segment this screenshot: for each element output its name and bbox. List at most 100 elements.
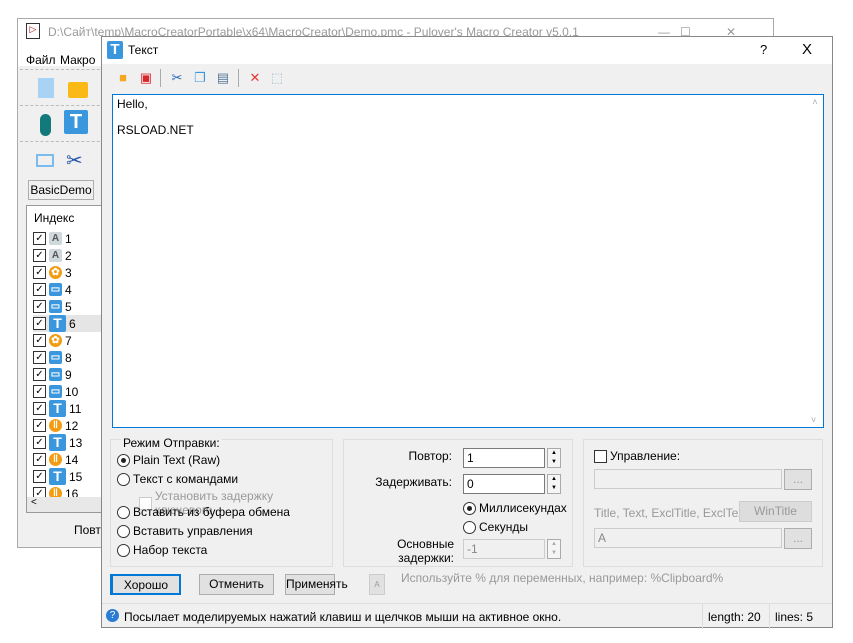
macro-list[interactable]: Индекс ✓ A 1 ✓ A 2 ✓ ✿ 3 ✓ ▭ 4 ✓ ▭ 5 ✓ T 6 ✓ ✿ 7 ✓ ▭ 8 ✓ ▭ 9 ✓ ▭ 10 ✓ T… [26, 205, 108, 513]
list-item[interactable]: ✓ ▭ 9 [33, 366, 72, 383]
paste-icon[interactable]: ▤ [216, 71, 230, 85]
text-t-icon: T [49, 434, 66, 451]
row-index: 1 [65, 231, 72, 246]
menu-macro[interactable]: Макро [60, 53, 95, 67]
edit-icon[interactable] [36, 154, 54, 167]
list-item[interactable]: ✓ ▭ 5 [33, 298, 72, 315]
variable-hint: Используйте % для переменных, например: … [401, 571, 724, 585]
enabled-checkbox[interactable]: ✓ [33, 249, 46, 262]
base-delay-spinner[interactable]: ▲ ▼ [547, 539, 561, 559]
enabled-checkbox[interactable]: ✓ [33, 317, 46, 330]
list-item[interactable]: ✓ T 6 [33, 315, 107, 332]
radio-paste-clipboard[interactable]: Вставить из буфера обмена [117, 505, 290, 519]
text-icon[interactable]: T [64, 110, 88, 134]
list-item[interactable]: ✓ ▭ 10 [33, 383, 78, 400]
cut-icon[interactable]: ✂ [66, 148, 83, 173]
repeat-spinner[interactable]: ▲ ▼ [547, 448, 561, 468]
ok-button[interactable]: Хорошо [111, 574, 181, 595]
new-file-icon[interactable] [38, 78, 54, 98]
enabled-checkbox[interactable]: ✓ [33, 385, 46, 398]
repeat-input[interactable]: 1 [463, 448, 545, 468]
radio-milliseconds[interactable]: Миллисекундах [463, 501, 567, 515]
menu-file[interactable]: Файл [26, 53, 56, 67]
radio-text-with-commands[interactable]: Текст с командами [117, 472, 238, 486]
length-indicator: length: 20 [702, 604, 761, 629]
vertical-scrollbar[interactable]: ˄ ˅ [808, 97, 822, 425]
row-index: 5 [65, 299, 72, 314]
list-item[interactable]: ✓ T 11 [33, 400, 81, 417]
list-item[interactable]: ✓ A 2 [33, 247, 72, 264]
open-icon[interactable]: ■ [116, 71, 130, 85]
enabled-checkbox[interactable]: ✓ [33, 300, 46, 313]
text-editor[interactable]: Hello, RSLOAD.NET [112, 94, 824, 428]
list-item[interactable]: ✓ ✿ 3 [33, 264, 72, 281]
toolbar-edit: ✂ [20, 141, 110, 177]
list-item[interactable]: ✓ ‖ 14 [33, 451, 78, 468]
list-item[interactable]: ✓ ‖ 12 [33, 417, 78, 434]
delay-input[interactable]: 0 [463, 474, 545, 494]
status-text: Посылает моделируемых нажатий клавиш и щ… [124, 610, 562, 624]
list-item[interactable]: ✓ A 1 [33, 230, 72, 247]
enabled-checkbox[interactable]: ✓ [33, 334, 46, 347]
list-item[interactable]: ✓ ▭ 4 [33, 281, 72, 298]
enabled-checkbox[interactable]: ✓ [33, 368, 46, 381]
base-delay-label: Основные задержки: [397, 537, 454, 565]
control-input[interactable] [594, 469, 782, 489]
list-item[interactable]: ✓ ✿ 7 [33, 332, 72, 349]
cancel-button[interactable]: Отменить [199, 574, 274, 595]
horizontal-scrollbar[interactable]: < [27, 497, 107, 512]
cut-icon[interactable]: ✂ [170, 71, 184, 85]
mouse-icon[interactable] [40, 114, 51, 136]
enabled-checkbox[interactable]: ✓ [33, 266, 46, 279]
enabled-checkbox[interactable]: ✓ [33, 232, 46, 245]
apply-button[interactable]: Применять [285, 574, 348, 595]
enabled-checkbox[interactable]: ✓ [33, 453, 46, 466]
open-folder-icon[interactable] [68, 82, 88, 98]
text-t-icon: T [49, 468, 66, 485]
send-mode-group: Режим Отправки: Plain Text (Raw) Текст с… [110, 436, 333, 567]
enabled-checkbox[interactable]: ✓ [33, 351, 46, 364]
radio-paste-controls[interactable]: Вставить управления [117, 524, 253, 538]
tab-basicdemo[interactable]: BasicDemo [28, 180, 94, 200]
radio-seconds[interactable]: Секунды [463, 520, 528, 534]
enabled-checkbox[interactable]: ✓ [33, 419, 46, 432]
select-all-icon[interactable]: ⬚ [270, 71, 284, 85]
control-browse-button[interactable]: ... [784, 469, 812, 490]
help-button[interactable]: ? [760, 42, 767, 57]
text-t-icon: T [49, 315, 66, 332]
radio-type-text[interactable]: Набор текста [117, 543, 207, 557]
column-header-index[interactable]: Индекс [34, 211, 74, 225]
info-icon: ? [106, 609, 119, 622]
row-index: 10 [65, 384, 79, 399]
dialog-close-button[interactable]: X [802, 41, 812, 58]
enabled-checkbox[interactable]: ✓ [33, 283, 46, 296]
row-index: 11 [69, 401, 82, 416]
base-delay-input[interactable]: -1 [463, 539, 545, 559]
control-checkbox[interactable]: Управление: [594, 449, 680, 463]
enabled-checkbox[interactable]: ✓ [33, 436, 46, 449]
save-icon[interactable]: ▣ [139, 71, 153, 85]
repeat-group: Повтор: 1 ▲ ▼ Задерживать: 0 ▲ ▼ Миллисеку… [343, 439, 573, 567]
window-icon: ▭ [49, 385, 62, 398]
row-index: 15 [69, 469, 83, 484]
list-item[interactable]: ✓ T 13 [33, 434, 82, 451]
text-icon: T [107, 41, 123, 59]
wintitle-button[interactable]: WinTitle [739, 501, 812, 522]
delay-spinner[interactable]: ▲ ▼ [547, 474, 561, 494]
dialog-title: Текст [128, 43, 159, 57]
list-item[interactable]: ✓ ▭ 8 [33, 349, 72, 366]
radio-plain-text[interactable]: Plain Text (Raw) [117, 453, 220, 467]
delete-icon[interactable]: ✕ [248, 71, 262, 85]
pause-icon: ‖ [49, 419, 62, 432]
row-index: 4 [65, 282, 72, 297]
enabled-checkbox[interactable]: ✓ [33, 470, 46, 483]
text-label-icon: A [49, 232, 62, 245]
row-index: 14 [65, 452, 79, 467]
enabled-checkbox[interactable]: ✓ [33, 402, 46, 415]
copy-icon[interactable]: ❐ [193, 71, 207, 85]
text-format-icon[interactable]: A [369, 574, 385, 595]
list-item[interactable]: ✓ T 15 [33, 468, 82, 485]
delay-label: Задерживать: [375, 475, 452, 489]
wintitle-browse-button[interactable]: ... [784, 528, 812, 549]
wintitle-input[interactable]: A [594, 528, 782, 548]
